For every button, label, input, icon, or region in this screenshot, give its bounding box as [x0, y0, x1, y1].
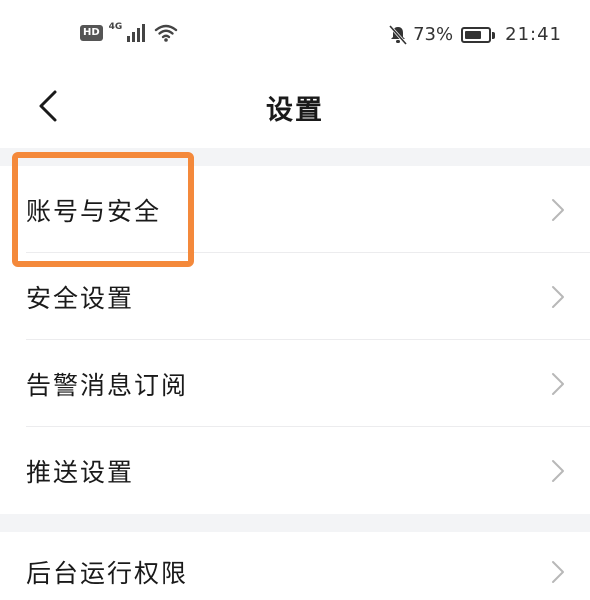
settings-group-2: 后台运行权限	[0, 532, 590, 600]
status-left: HD 4G	[80, 22, 178, 42]
nav-bar: 设置	[0, 70, 590, 148]
settings-item-label: 后台运行权限	[26, 559, 189, 588]
signal-icon	[127, 24, 146, 42]
network-type-label: 4G	[108, 22, 123, 32]
settings-item-alert-subscription[interactable]: 告警消息订阅	[0, 340, 590, 427]
settings-item-label: 账号与安全	[26, 196, 162, 226]
chevron-right-icon	[552, 372, 564, 395]
battery-level	[465, 30, 482, 39]
settings-item-security-settings[interactable]: 安全设置	[0, 253, 590, 340]
status-bar: HD 4G 73% 21:41	[0, 0, 590, 70]
chevron-right-icon	[552, 459, 564, 482]
settings-group-1: 账号与安全 安全设置 告警消息订阅 推送设置	[0, 166, 590, 514]
settings-item-background-permission[interactable]: 后台运行权限	[0, 532, 590, 600]
chevron-right-icon	[552, 285, 564, 308]
settings-item-label: 推送设置	[26, 457, 135, 487]
settings-item-label: 安全设置	[26, 283, 135, 313]
section-gap	[0, 514, 590, 532]
battery-percent: 73%	[413, 24, 454, 45]
settings-item-push-settings[interactable]: 推送设置	[0, 427, 590, 514]
clock: 21:41	[505, 24, 562, 45]
hd-badge: HD	[80, 25, 103, 41]
chevron-right-icon	[552, 198, 564, 221]
chevron-right-icon	[552, 561, 564, 583]
status-right: 73% 21:41	[389, 24, 562, 45]
settings-item-account-security[interactable]: 账号与安全	[0, 166, 590, 253]
page-title: 设置	[266, 95, 324, 126]
battery-icon	[461, 26, 496, 43]
wifi-icon	[155, 24, 178, 42]
settings-item-label: 告警消息订阅	[26, 370, 189, 400]
section-gap	[0, 148, 590, 166]
bell-muted-icon	[389, 24, 408, 45]
